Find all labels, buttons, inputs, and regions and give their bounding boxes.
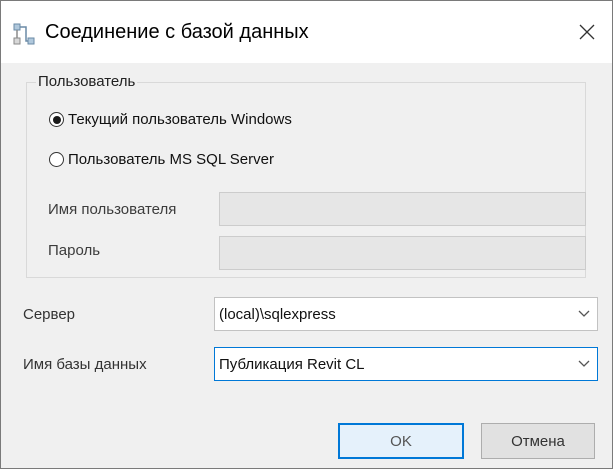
radio-windows-user[interactable]: Текущий пользователь Windows [49,111,292,128]
database-connection-icon [13,23,35,45]
chevron-down-icon[interactable] [571,298,597,330]
radio-button-selected[interactable] [49,112,64,127]
radio-button-unselected[interactable] [49,152,64,167]
chevron-down-icon[interactable] [571,348,597,380]
password-label: Пароль [48,242,101,259]
user-group-legend: Пользователь [36,73,138,90]
password-input[interactable] [219,236,586,270]
dialog-title: Соединение с базой данных [45,21,309,43]
username-input[interactable] [219,192,586,226]
username-label: Имя пользователя [48,201,177,218]
server-label: Сервер [23,306,76,323]
close-icon [579,24,595,40]
cancel-button[interactable]: Отмена [481,423,595,459]
database-label: Имя базы данных [23,356,147,373]
database-combobox[interactable]: Публикация Revit CL [214,347,598,381]
server-value: (local)\sqlexpress [219,305,336,323]
db-connection-dialog: Соединение с базой данных Пользователь Т… [0,0,613,469]
title-bar: Соединение с базой данных [1,1,612,63]
server-combobox[interactable]: (local)\sqlexpress [214,297,598,331]
radio-sql-user-label: Пользователь MS SQL Server [68,151,274,168]
radio-windows-user-label: Текущий пользователь Windows [68,111,292,128]
database-value: Публикация Revit CL [219,355,365,373]
radio-sql-user[interactable]: Пользователь MS SQL Server [49,151,274,168]
ok-button[interactable]: OK [338,423,464,459]
close-button[interactable] [567,15,607,49]
